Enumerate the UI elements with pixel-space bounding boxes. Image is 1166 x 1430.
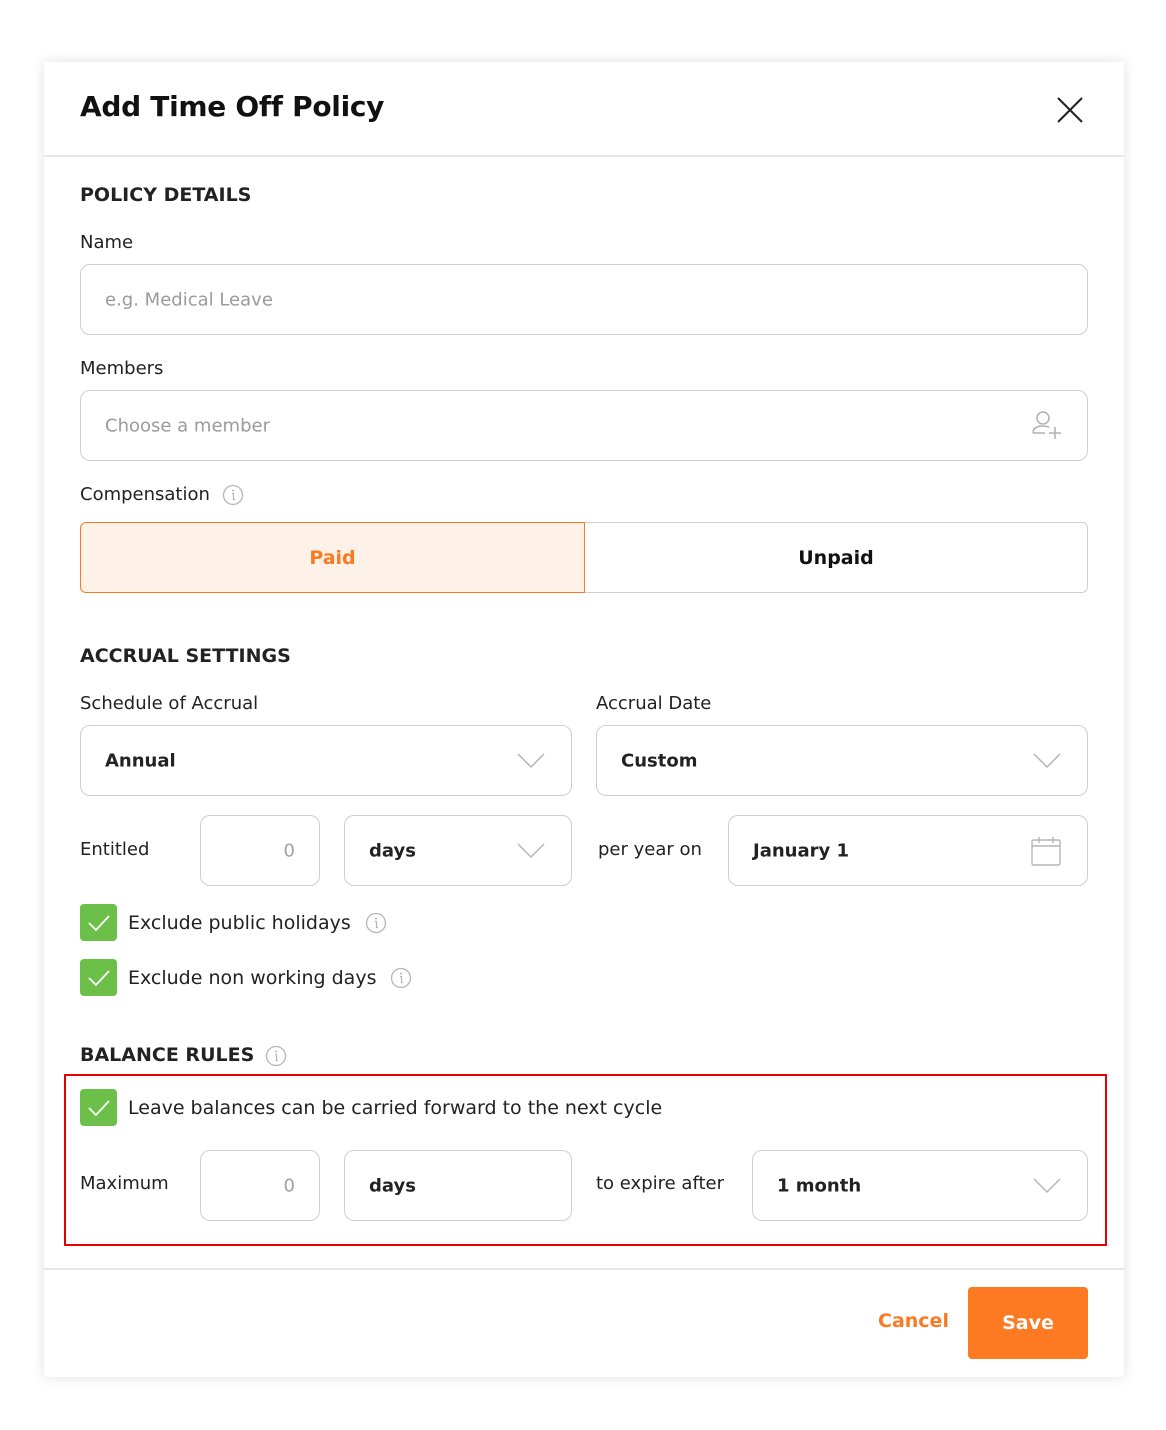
- compensation-label: Compensation: [80, 484, 244, 506]
- chevron-down-icon: [1033, 1177, 1061, 1193]
- exclude-public-holidays-label: Exclude public holidays: [128, 911, 351, 934]
- exclude-non-working-days-checkbox[interactable]: [80, 959, 117, 996]
- compensation-label-text: Compensation: [80, 484, 210, 505]
- name-input[interactable]: e.g. Medical Leave: [80, 264, 1088, 335]
- carry-forward-checkbox[interactable]: [80, 1089, 117, 1126]
- entitled-unit-value: days: [369, 840, 416, 861]
- entitled-input[interactable]: 0: [200, 815, 320, 886]
- balance-rules-heading: BALANCE RULES: [80, 1044, 287, 1067]
- accrual-date-picker[interactable]: January 1: [728, 815, 1088, 886]
- modal-header: Add Time Off Policy: [44, 62, 1124, 157]
- info-icon[interactable]: [222, 484, 244, 506]
- footer-divider: [44, 1268, 1124, 1270]
- close-icon: [1057, 97, 1083, 123]
- compensation-paid-option[interactable]: Paid: [80, 522, 585, 593]
- exclude-non-working-days-label: Exclude non working days: [128, 966, 377, 989]
- accrual-date-label: Accrual Date: [596, 693, 712, 714]
- maximum-input[interactable]: 0: [200, 1150, 320, 1221]
- chevron-down-icon: [1033, 752, 1061, 768]
- save-button[interactable]: Save: [968, 1287, 1088, 1359]
- per-year-on-label: per year on: [598, 839, 702, 860]
- cancel-button[interactable]: Cancel: [878, 1310, 949, 1332]
- info-icon[interactable]: [365, 912, 387, 934]
- members-label: Members: [80, 358, 164, 379]
- maximum-value: 0: [283, 1175, 295, 1196]
- modal-title: Add Time Off Policy: [80, 90, 385, 123]
- maximum-unit-value: days: [369, 1175, 416, 1196]
- exclude-non-working-days-row: Exclude non working days: [80, 959, 412, 996]
- add-user-icon: [1032, 411, 1061, 439]
- maximum-unit-field[interactable]: days: [344, 1150, 572, 1221]
- carry-forward-label: Leave balances can be carried forward to…: [128, 1096, 663, 1119]
- date-value: January 1: [753, 840, 850, 861]
- schedule-of-accrual-label: Schedule of Accrual: [80, 693, 259, 714]
- calendar-icon: [1031, 837, 1061, 866]
- expire-after-value: 1 month: [777, 1175, 862, 1196]
- add-time-off-policy-modal: Add Time Off Policy POLICY DETAILS Name …: [44, 62, 1124, 1377]
- accrual-settings-heading: ACCRUAL SETTINGS: [80, 645, 291, 667]
- accrual-date-select[interactable]: Custom: [596, 725, 1088, 796]
- members-placeholder: Choose a member: [105, 415, 270, 436]
- exclude-public-holidays-row: Exclude public holidays: [80, 904, 387, 941]
- policy-details-heading: POLICY DETAILS: [80, 184, 252, 206]
- entitled-value: 0: [283, 840, 295, 861]
- accrual-date-value: Custom: [621, 750, 698, 771]
- name-placeholder: e.g. Medical Leave: [105, 289, 273, 310]
- expire-after-select[interactable]: 1 month: [752, 1150, 1088, 1221]
- members-select[interactable]: Choose a member: [80, 390, 1088, 461]
- name-label: Name: [80, 232, 134, 253]
- compensation-unpaid-option[interactable]: Unpaid: [585, 522, 1088, 593]
- checkmark-icon: [87, 1099, 110, 1116]
- checkmark-icon: [87, 969, 110, 986]
- expire-after-label: to expire after: [596, 1173, 725, 1194]
- checkmark-icon: [87, 914, 110, 931]
- exclude-public-holidays-checkbox[interactable]: [80, 904, 117, 941]
- maximum-label: Maximum: [80, 1173, 169, 1194]
- schedule-of-accrual-select[interactable]: Annual: [80, 725, 572, 796]
- entitled-unit-select[interactable]: days: [344, 815, 572, 886]
- close-button[interactable]: [1056, 96, 1084, 124]
- schedule-value: Annual: [105, 750, 176, 771]
- entitled-label: Entitled: [80, 839, 150, 860]
- info-icon[interactable]: [265, 1045, 287, 1067]
- info-icon[interactable]: [390, 967, 412, 989]
- balance-rules-heading-text: BALANCE RULES: [80, 1044, 255, 1066]
- chevron-down-icon: [517, 842, 545, 858]
- chevron-down-icon: [517, 752, 545, 768]
- carry-forward-row: Leave balances can be carried forward to…: [80, 1089, 662, 1126]
